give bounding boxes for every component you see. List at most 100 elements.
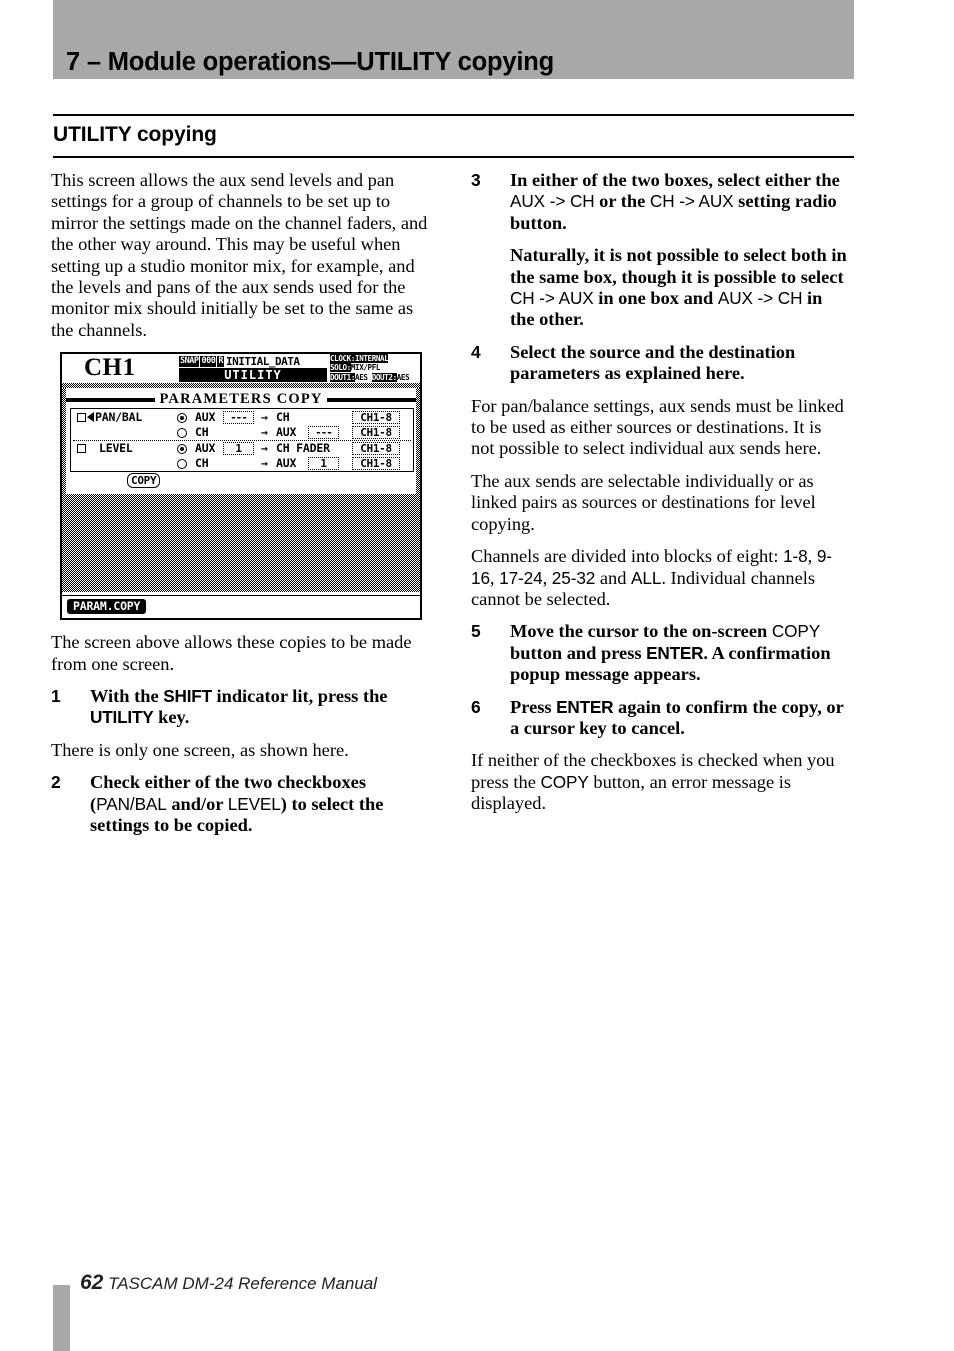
level-row1-source: AUX xyxy=(195,441,216,456)
level-row1-arrow-icon: → xyxy=(261,441,268,456)
pan-bal-label: PAN/BAL xyxy=(95,410,143,425)
pan-bal-row1-source-field[interactable]: --- xyxy=(223,411,254,425)
lcd-dout-status: DOUT1:AES DOUT2:AES xyxy=(330,372,422,382)
step-1-key-utility: UTILITY xyxy=(90,707,154,728)
lcd-group-level-row1: LEVEL AUX 1 → CH FADER CH1-8 xyxy=(71,441,413,456)
closing-ui-copy: COPY xyxy=(540,771,589,792)
step-1-key-shift: SHIFT xyxy=(163,686,212,707)
lcd-dout2-value: AES xyxy=(396,372,410,382)
pan-bal-radio-ch-to-aux[interactable] xyxy=(177,428,187,439)
lcd-solo-status: SOLO:MIX/PFL xyxy=(330,363,422,373)
level-checkbox[interactable] xyxy=(77,444,86,454)
para3-ui-1-8: 1-8 xyxy=(783,546,808,567)
level-row2-arrow-icon: → xyxy=(261,456,268,471)
pan-bal-radio-aux-to-ch[interactable] xyxy=(177,413,187,424)
footer-gray-bar xyxy=(53,1285,70,1351)
para3-text-d: , xyxy=(542,567,552,588)
step-6-number: 6 xyxy=(471,696,481,717)
level-row1-dest: CH FADER xyxy=(276,441,330,456)
lcd-status-block: CLOCK:INTERNAL SOLO:MIX/PFL DOUT1:AES DO… xyxy=(330,354,422,382)
pan-bal-row2-arrow-icon: → xyxy=(261,425,268,440)
lcd-clock-status: CLOCK:INTERNAL xyxy=(330,354,422,364)
pan-bal-row2-source: CH xyxy=(195,425,209,440)
pan-bal-row2-channels[interactable]: CH1-8 xyxy=(352,426,400,440)
step-4-text: Select the source and the destination pa… xyxy=(510,341,796,384)
lcd-snapshot-block: SNAP 000 R INITIAL_DATA UTILITY xyxy=(179,355,327,383)
level-radio-aux-to-ch[interactable] xyxy=(177,444,187,455)
level-row1-source-field[interactable]: 1 xyxy=(223,442,254,456)
lcd-copy-button[interactable]: COPY xyxy=(127,473,161,489)
lcd-group-level-row2: CH → AUX 1 CH1-8 xyxy=(71,456,413,471)
lcd-dither-fill xyxy=(66,494,416,593)
step-1-number: 1 xyxy=(51,686,61,707)
para3-ui-all: ALL xyxy=(631,567,662,588)
step-5-number: 5 xyxy=(471,621,481,642)
step-3-ui-aux-to-ch: AUX -> CH xyxy=(510,191,595,212)
after-figure-paragraph: The screen above allows these copies to … xyxy=(51,632,412,674)
lcd-dout1-value: AES xyxy=(355,372,368,382)
intro-paragraph: This screen allows the aux send levels a… xyxy=(51,170,428,340)
right-paragraph-2: The aux sends are selectable individuall… xyxy=(471,470,816,534)
level-row2-channels[interactable]: CH1-8 xyxy=(352,457,400,471)
step-3-note-text-b: in one box and xyxy=(593,288,718,309)
level-radio-ch-to-aux[interactable] xyxy=(177,459,187,470)
level-label: LEVEL xyxy=(99,441,133,456)
step-3-note-text-a: Naturally, it is not possible to select … xyxy=(510,245,847,287)
pan-bal-row2-dest: AUX xyxy=(276,425,297,440)
pan-bal-checkbox[interactable] xyxy=(77,413,86,423)
cursor-triangle-icon xyxy=(87,412,94,423)
step-5-ui-copy: COPY xyxy=(771,621,821,642)
lcd-snapshot-row: SNAP 000 R INITIAL_DATA xyxy=(179,355,327,367)
level-row2-source: CH xyxy=(195,456,209,471)
step-3-note-ui-aux-to-ch: AUX -> CH xyxy=(717,288,803,309)
step-6: 6 Press ENTER again to confirm the copy, … xyxy=(471,697,849,740)
step-3-note-ui-ch-to-aux: CH -> AUX xyxy=(510,288,594,309)
para3-text-e: and xyxy=(595,567,632,588)
lcd-param-box: PAN/BAL AUX --- → CH CH1-8 CH → AUX --- … xyxy=(70,408,414,473)
step-3-note: Naturally, it is not possible to select … xyxy=(471,245,849,331)
lcd-solo-label: SOLO: xyxy=(330,363,351,373)
level-row2-dest-field[interactable]: 1 xyxy=(308,457,339,471)
lcd-snapshot-name: INITIAL_DATA xyxy=(225,354,300,368)
note-one-screen: There is only one screen, as shown here. xyxy=(51,739,349,760)
step-5-text-a: Move the cursor to the on-screen xyxy=(510,621,772,642)
lcd-snapshot-flag: R xyxy=(217,355,224,367)
lcd-group-level: LEVEL AUX 1 → CH FADER CH1-8 CH → AUX 1 … xyxy=(71,440,413,471)
footer-manual-name: TASCAM DM-24 Reference Manual xyxy=(108,1274,378,1293)
pan-bal-row1-source: AUX xyxy=(195,410,216,425)
pan-bal-row1-channels[interactable]: CH1-8 xyxy=(352,411,400,425)
panel-title-rule-right xyxy=(326,397,417,402)
step-3-ui-ch-to-aux: CH -> AUX xyxy=(649,191,734,212)
lcd-status-bar: CH1 SNAP 000 R INITIAL_DATA UTILITY CLOC… xyxy=(62,354,422,384)
footer: 62 TASCAM DM-24 Reference Manual xyxy=(80,1271,377,1295)
right-paragraph-3: Channels are divided into blocks of eigh… xyxy=(471,546,849,610)
para3-ui-17-24: 17-24 xyxy=(499,567,543,588)
step-5-key-enter: ENTER xyxy=(646,642,704,663)
lcd-tab-param-copy[interactable]: PARAM.COPY xyxy=(67,599,147,615)
pan-bal-row2-dest-field[interactable]: --- xyxy=(308,426,339,440)
step-2-ui-pan-bal: PAN/BAL xyxy=(96,793,167,814)
step-3: 3 In either of the two boxes, select eith… xyxy=(471,170,849,234)
lcd-clock-label: CLOCK: xyxy=(330,354,356,364)
step-3-number: 3 xyxy=(471,170,481,190)
section-heading: UTILITY copying xyxy=(53,123,217,146)
left-column: This screen allows the aux send levels a… xyxy=(51,170,429,848)
step-3-text-a: In either of the two boxes, select eithe… xyxy=(510,170,840,190)
step-2-number: 2 xyxy=(51,772,61,793)
step-4-number: 4 xyxy=(471,341,481,362)
level-row1-channels[interactable]: CH1-8 xyxy=(352,442,400,456)
lcd-inner: CH 1 SNAP 000 R INITIAL_DATA UTILITY CLOC… xyxy=(62,354,422,619)
step-2: 2 Check either of the two checkboxes (PAN… xyxy=(51,772,429,836)
lcd-dout1-label: DOUT1: xyxy=(330,372,356,382)
lcd-dither-right xyxy=(416,388,420,593)
step-4: 4 Select the source and the destination p… xyxy=(471,342,849,385)
lcd-copy-row: COPY xyxy=(70,472,414,489)
footer-page-number: 62 xyxy=(80,1271,104,1294)
panel-title-text: PARAMETERS COPY xyxy=(159,390,323,407)
pan-bal-row1-arrow-icon: → xyxy=(261,410,268,425)
pan-bal-row1-dest: CH xyxy=(276,410,290,425)
lcd-snapshot-tag: SNAP xyxy=(179,355,200,367)
step-1-text-a: With the xyxy=(90,686,164,707)
lcd-panel-title: PARAMETERS COPY xyxy=(66,390,417,407)
para3-ui-25-32: 25-32 xyxy=(551,567,596,588)
